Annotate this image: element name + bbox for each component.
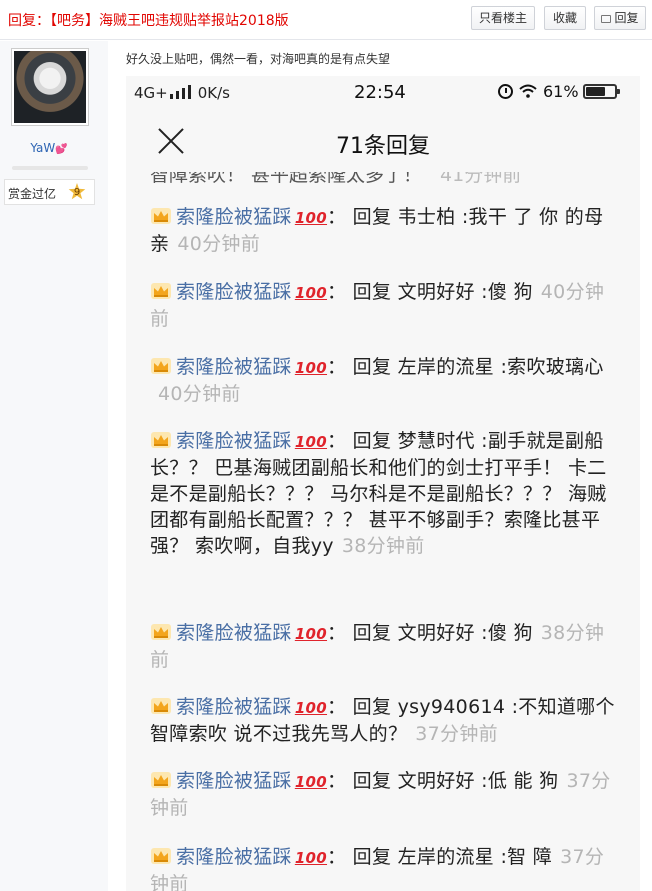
wifi-icon xyxy=(519,84,537,98)
status-time: 22:54 xyxy=(354,82,406,103)
reply-text: 回复 左岸的流星 :索吹玻璃心 xyxy=(352,356,604,378)
list-item: 索隆脸被猛踩 100： 回复 左岸的流星 :智 障 37分钟前 xyxy=(150,844,620,891)
signal-bars-icon xyxy=(169,85,194,99)
hundred-points-icon: 100 xyxy=(294,359,328,377)
reply-text: 回复 文明好好 :傻 狗 xyxy=(352,281,533,303)
cut-off-time: 41分钟前 xyxy=(440,172,522,186)
username-link[interactable]: YaW💕 xyxy=(0,141,98,155)
network-status: 4G+ 0K/s xyxy=(134,84,230,102)
reply-text: 回复 文明好好 :傻 狗 xyxy=(352,622,533,644)
hundred-points-icon: 100 xyxy=(294,284,328,302)
network-speed: 0K/s xyxy=(197,84,230,102)
reply-time: 37分钟前 xyxy=(415,723,498,745)
reply-count-title: 71条回复 xyxy=(336,134,430,159)
user-sidebar: YaW💕 赏金过亿 9 xyxy=(0,41,108,891)
thread-title: 回复：【吧务】海贼王吧违规贴举报站2018版 xyxy=(8,10,289,30)
hundred-points-icon: 100 xyxy=(294,849,328,867)
reply-button[interactable]: 回复 xyxy=(594,6,646,30)
reply-text: 回复 左岸的流星 :智 障 xyxy=(352,846,553,868)
reply-colon: ： xyxy=(327,356,353,378)
level-bar xyxy=(12,166,88,170)
crown-icon xyxy=(151,698,171,714)
hundred-points-icon: 100 xyxy=(294,433,328,451)
reply-button-label: 回复 xyxy=(614,11,639,25)
post-content: 好久没上贴吧，偶然一看，对海吧真的是有点失望 xyxy=(126,52,391,66)
comment-icon xyxy=(601,15,612,23)
reply-colon: ： xyxy=(327,206,353,228)
reply-prefix: 回复： xyxy=(8,13,50,29)
reply-colon: ： xyxy=(327,281,353,303)
bounty-star-icon: 9 xyxy=(68,183,86,200)
hundred-points-icon: 100 xyxy=(294,773,328,791)
list-item: 索隆脸被猛踩 100： 回复 文明好好 :傻 狗 38分钟前 xyxy=(150,620,620,673)
embedded-screenshot: 4G+ 0K/s 22:54 61% 71条回复 智障索吹！ 甚平超索隆太多了！ 4… xyxy=(126,76,640,891)
hundred-points-icon: 100 xyxy=(294,209,328,227)
crown-icon xyxy=(151,208,171,224)
phone-status-bar: 4G+ 0K/s 22:54 61% xyxy=(126,76,640,112)
thread-title-text[interactable]: 海贼王吧违规贴举报站2018版 xyxy=(99,13,289,29)
crown-icon xyxy=(151,432,171,448)
reply-time: 38分钟前 xyxy=(341,535,425,557)
phone-nav-bar: 71条回复 xyxy=(126,112,640,172)
reply-text: 回复 文明好好 :低 能 狗 xyxy=(352,770,559,792)
favorite-button[interactable]: 收藏 xyxy=(544,6,586,30)
reply-colon: ： xyxy=(327,430,353,452)
network-type: 4G+ xyxy=(134,84,168,102)
reply-author[interactable]: 索隆脸被猛踩 xyxy=(176,846,292,868)
thread-tag[interactable]: 【吧务】 xyxy=(50,13,99,29)
hundred-points-icon: 100 xyxy=(294,625,328,643)
reply-colon: ： xyxy=(327,770,353,792)
crown-icon xyxy=(151,283,171,299)
status-icons: 61% xyxy=(498,82,620,104)
crown-icon xyxy=(151,358,171,374)
bounty-label: 赏金过亿 xyxy=(8,187,57,201)
reply-author[interactable]: 索隆脸被猛踩 xyxy=(176,770,292,792)
hundred-points-icon: 100 xyxy=(294,699,328,717)
bounty-badge[interactable]: 赏金过亿 9 xyxy=(4,179,95,205)
list-item: 索隆脸被猛踩 100： 回复 左岸的流星 :索吹玻璃心 40分钟前 xyxy=(150,354,620,407)
reply-author[interactable]: 索隆脸被猛踩 xyxy=(176,206,292,228)
reply-time: 40分钟前 xyxy=(177,233,260,255)
list-item: 索隆脸被猛踩 100： 回复 文明好好 :低 能 狗 37分钟前 xyxy=(150,768,620,821)
only-op-button[interactable]: 只看楼主 xyxy=(471,6,535,30)
crown-icon xyxy=(151,848,171,864)
reply-author[interactable]: 索隆脸被猛踩 xyxy=(176,430,292,452)
avatar[interactable] xyxy=(11,48,89,126)
list-item: 索隆脸被猛踩 100： 回复 梦慧时代 :副手就是副船长？？ 巴基海贼团副船长和他… xyxy=(150,428,620,559)
reply-author[interactable]: 索隆脸被猛踩 xyxy=(176,281,292,303)
reply-author[interactable]: 索隆脸被猛踩 xyxy=(176,622,292,644)
reply-colon: ： xyxy=(327,696,353,718)
crown-icon xyxy=(151,624,171,640)
reply-author[interactable]: 索隆脸被猛踩 xyxy=(176,356,292,378)
avatar-image xyxy=(14,51,86,123)
reply-list: 智障索吹！ 甚平超索隆太多了！ 41分钟前 索隆脸被猛踩 100： 回复 韦士柏 :… xyxy=(126,172,640,891)
reply-author[interactable]: 索隆脸被猛踩 xyxy=(176,696,292,718)
list-item: 索隆脸被猛踩 100： 回复 文明好好 :傻 狗 40分钟前 xyxy=(150,279,620,332)
reply-colon: ： xyxy=(327,622,353,644)
cut-off-reply: 智障索吹！ 甚平超索隆太多了！ 41分钟前 xyxy=(150,172,620,187)
reply-colon: ： xyxy=(327,846,353,868)
reply-time: 40分钟前 xyxy=(158,383,241,405)
alarm-icon xyxy=(498,84,513,99)
username: YaW xyxy=(30,141,56,155)
thread-header: 回复：【吧务】海贼王吧违规贴举报站2018版 只看楼主 收藏 回复 xyxy=(0,0,652,40)
list-item: 索隆脸被猛踩 100： 回复 ysy940614 :不知道哪个智障索吹 说不过我先… xyxy=(150,694,620,747)
list-item: 索隆脸被猛踩 100： 回复 韦士柏 :我干 了 你 的母亲 40分钟前 xyxy=(150,204,620,257)
crown-icon xyxy=(151,772,171,788)
cut-off-text: 智障索吹！ 甚平超索隆太多了！ xyxy=(150,172,423,186)
battery-percent: 61% xyxy=(543,82,579,101)
battery-icon xyxy=(582,84,620,99)
hearts-icon: 💕 xyxy=(55,144,68,155)
